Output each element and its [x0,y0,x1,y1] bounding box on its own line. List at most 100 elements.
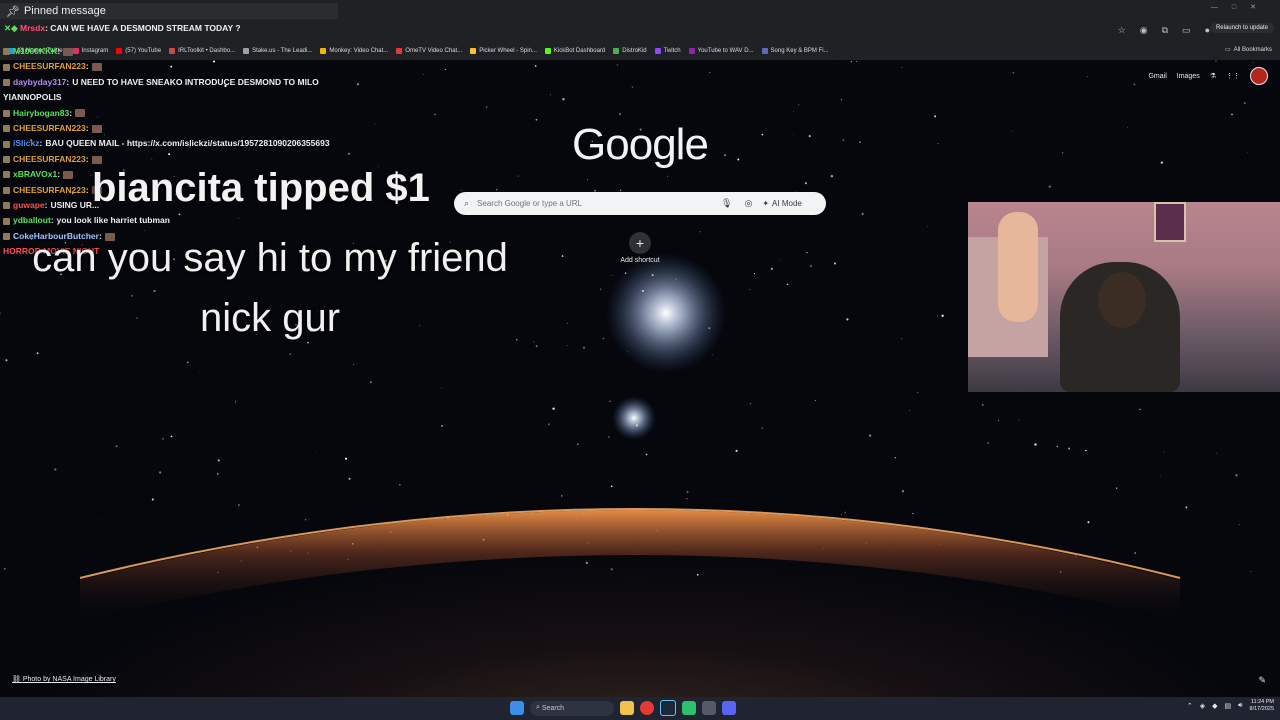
star [761,133,764,136]
chat-message: CHEESURFAN223: [3,152,353,167]
chat-username[interactable]: CHEESURFAN223 [13,121,86,136]
network-icon[interactable]: ▤ [1224,702,1231,710]
star [937,142,939,144]
file-explorer-icon[interactable] [620,701,634,715]
cast-icon[interactable]: ▭ [1182,25,1191,36]
star [36,352,39,355]
star [5,359,8,362]
chat-emote-icon [91,124,102,133]
chat-username[interactable]: xBRAVOx1 [13,167,57,182]
star [806,252,808,254]
lens-icon[interactable]: ◎ [744,198,752,209]
star [844,511,846,513]
chat-username[interactable]: CHEESURFAN223 [13,183,86,198]
chat-emote-icon [63,170,74,179]
chevron-up-icon[interactable]: ⌃ [1187,702,1193,710]
star-icon[interactable]: ☆ [1118,25,1126,36]
star [304,518,307,521]
star [1018,419,1020,421]
window-controls[interactable]: —□✕ [1211,3,1270,11]
ai-mode-button[interactable]: ✦ AI Mode [762,199,802,208]
chrome-icon[interactable] [640,701,654,715]
apps-grid-icon[interactable]: ⋮⋮ [1226,72,1240,80]
search-input[interactable] [475,198,710,209]
gmail-link[interactable]: Gmail [1148,73,1166,80]
star [840,99,843,101]
tray-app-icon[interactable]: ◆ [1212,702,1217,710]
photo-credit-link[interactable]: ⛓ Photo by NASA Image Library [12,675,116,683]
account-avatar[interactable] [1250,67,1268,85]
star [809,265,813,268]
customize-pencil-icon[interactable]: ✎ [1258,675,1266,686]
chat-username[interactable]: ydballout [13,213,51,228]
add-shortcut[interactable]: + Add shortcut [610,232,670,264]
relaunch-button[interactable]: Relaunch to update [1209,23,1274,33]
steam-icon[interactable] [660,700,676,716]
puzzle-icon[interactable]: ⧉ [1162,25,1168,36]
windows-start-icon[interactable] [510,701,524,715]
bookmark-item[interactable]: YouTube to WAV D... [688,48,754,54]
chat-text: BAU QUEEN MAIL - https://x.com/islickzi/… [45,138,330,149]
star [1133,83,1136,86]
labs-icon[interactable]: ⚗ [1210,72,1216,80]
bookmark-item[interactable]: Song Key & BPM Fi... [761,48,829,54]
star [804,182,807,185]
bookmark-item[interactable]: Twitch [654,48,681,54]
star [982,404,984,406]
chat-username[interactable]: M1000KKK [13,44,57,59]
discord-icon[interactable] [722,701,736,715]
microphone-icon[interactable]: 🎙︎ [721,198,732,209]
tip-alert: biancita tipped $1 [92,166,430,210]
chat-username[interactable]: CHEESURFAN223 [13,59,86,74]
clock[interactable]: 11:24 PM 8/17/2025 [1250,699,1274,713]
star [1160,161,1164,164]
chat-username[interactable]: daybyday317 [13,75,66,90]
folder-icon: ▭ [1224,47,1231,53]
star [98,517,100,519]
bookmark-item[interactable]: OmeTV Video Chat... [396,48,462,54]
webcam-poster [1154,202,1186,242]
chat-username[interactable]: guwape [13,198,45,213]
star [941,314,944,317]
star [566,322,568,324]
app-icon[interactable] [702,701,716,715]
images-link[interactable]: Images [1177,73,1200,80]
extension-icon[interactable]: ◉ [1140,25,1148,36]
star [1034,443,1037,446]
star [534,65,537,67]
taskbar-search[interactable]: ⌕ Search [530,700,614,716]
user-badge-icon [3,233,10,241]
star [894,456,897,459]
search-box[interactable]: ⌕ 🎙︎ ◎ ✦ AI Mode [454,192,826,215]
star [198,370,200,372]
star [837,63,839,65]
webcam-figurine [998,212,1038,322]
star [517,175,519,177]
chat-username[interactable]: CHEESURFAN223 [13,152,86,167]
star [547,423,550,426]
chat-colon: : [44,200,48,211]
tray-app-icon[interactable]: ◈ [1200,702,1205,710]
chat-emote-icon [91,63,102,72]
user-badge-icon [3,217,10,225]
bookmark-item[interactable]: Picker Wheel - Spin... [470,48,537,54]
chat-username[interactable]: iSlickz [13,136,39,151]
star [1048,185,1051,188]
app-icon[interactable] [682,701,696,715]
star [761,427,764,430]
chat-colon: : [57,46,61,56]
star [611,275,613,276]
chat-emote-icon [75,109,86,118]
bookmark-item[interactable]: DistroKid [613,48,647,54]
star [549,94,551,96]
chat-message: Hairybogan83: [3,106,353,121]
star [1252,62,1254,64]
star [1159,476,1161,477]
chat-username[interactable]: Hairybogan83 [13,106,69,121]
star [711,354,713,356]
star [998,419,999,421]
bookmark-item[interactable]: KickBot Dashboard [544,48,605,54]
volume-icon[interactable]: 🔊︎ [1238,702,1242,710]
star [460,189,462,191]
all-bookmarks-button[interactable]: ▭ All Bookmarks [1224,46,1272,54]
